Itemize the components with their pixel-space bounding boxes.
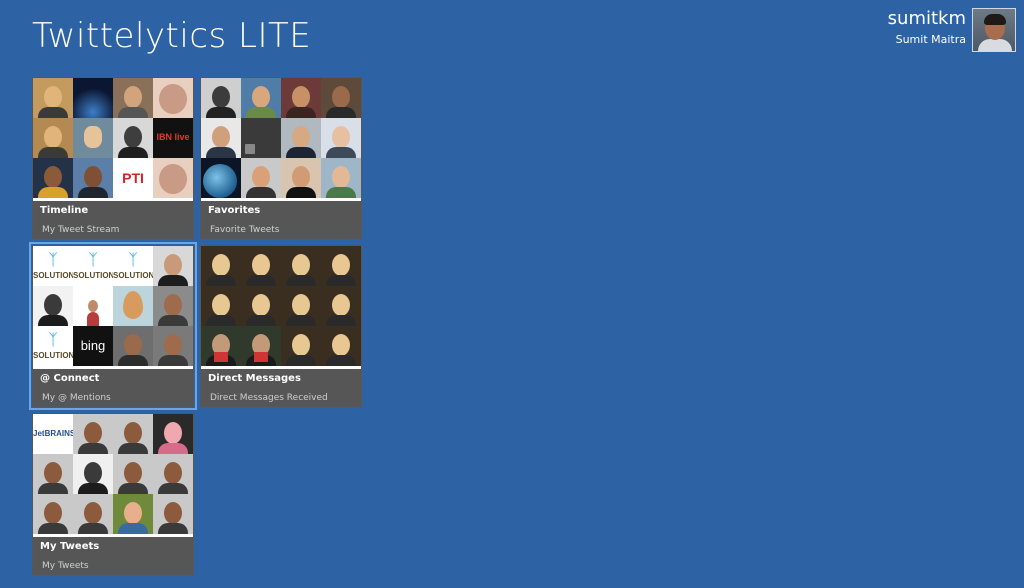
profile-thumbnail xyxy=(281,158,321,198)
profile-thumbnail xyxy=(73,494,113,534)
profile-thumbnail xyxy=(73,286,113,326)
tile-image-grid xyxy=(201,246,361,369)
profile-thumbnail xyxy=(153,78,193,118)
profile-thumbnail xyxy=(281,286,321,326)
profile-thumbnail xyxy=(153,326,193,366)
profile-thumbnail: PTI xyxy=(113,158,153,198)
user-display-name: Sumit Maitra xyxy=(895,33,966,46)
profile-thumbnail xyxy=(33,158,73,198)
app-title: Twittelytics LITE xyxy=(32,16,312,56)
profile-thumbnail xyxy=(113,414,153,454)
tile-favorites[interactable]: Favorites Favorite Tweets xyxy=(200,77,362,239)
profile-thumbnail xyxy=(113,326,153,366)
profile-thumbnail xyxy=(33,454,73,494)
tile-image-grid: ᛉ SOLUTION ᛉ SOLUTION ᛉ SOLUTION ᛉ SOLUTION … xyxy=(33,246,193,369)
profile-thumbnail xyxy=(201,286,241,326)
tile-label: @ Connect xyxy=(40,373,100,384)
tile-image-grid xyxy=(201,78,361,201)
profile-thumbnail xyxy=(241,246,281,286)
tile-subtitle: My @ Mentions xyxy=(42,393,111,403)
user-handle: sumitkm xyxy=(887,8,966,29)
profile-thumbnail xyxy=(113,78,153,118)
profile-thumbnail xyxy=(241,326,281,366)
profile-thumbnail xyxy=(281,246,321,286)
profile-thumbnail xyxy=(153,494,193,534)
profile-thumbnail xyxy=(201,246,241,286)
tile-my-tweets[interactable]: JetBRAINS My Tweets My Tweets xyxy=(32,413,194,575)
profile-thumbnail xyxy=(33,118,73,158)
profile-thumbnail xyxy=(201,78,241,118)
tile-connect[interactable]: ᛉ SOLUTION ᛉ SOLUTION ᛉ SOLUTION ᛉ SOLUTION … xyxy=(29,242,197,410)
tile-subtitle: My Tweet Stream xyxy=(42,225,120,235)
profile-thumbnail xyxy=(281,326,321,366)
profile-thumbnail xyxy=(153,246,193,286)
tile-label: My Tweets xyxy=(40,541,100,552)
tile-image-grid: JetBRAINS xyxy=(33,414,193,537)
profile-thumbnail: IBN live xyxy=(153,118,193,158)
profile-thumbnail xyxy=(153,286,193,326)
profile-thumbnail xyxy=(113,286,153,326)
tile-label: Favorites xyxy=(208,205,261,216)
profile-thumbnail xyxy=(73,158,113,198)
profile-thumbnail xyxy=(153,414,193,454)
profile-thumbnail xyxy=(321,246,361,286)
profile-thumbnail xyxy=(281,78,321,118)
profile-thumbnail xyxy=(321,118,361,158)
profile-thumbnail xyxy=(241,158,281,198)
tile-label: Direct Messages xyxy=(208,373,301,384)
profile-thumbnail xyxy=(321,326,361,366)
tile-direct-messages[interactable]: Direct Messages Direct Messages Received xyxy=(200,245,362,407)
profile-thumbnail xyxy=(321,158,361,198)
profile-thumbnail xyxy=(113,118,153,158)
profile-thumbnail xyxy=(321,78,361,118)
user-profile[interactable]: sumitkm Sumit Maitra xyxy=(888,8,1016,52)
profile-thumbnail: JetBRAINS xyxy=(33,414,73,454)
profile-thumbnail xyxy=(73,414,113,454)
profile-thumbnail xyxy=(153,454,193,494)
profile-thumbnail xyxy=(113,494,153,534)
profile-thumbnail xyxy=(33,286,73,326)
profile-thumbnail xyxy=(153,158,193,198)
profile-thumbnail xyxy=(33,78,73,118)
profile-thumbnail xyxy=(321,286,361,326)
profile-thumbnail xyxy=(73,454,113,494)
profile-thumbnail xyxy=(241,286,281,326)
profile-thumbnail: bing xyxy=(73,326,113,366)
profile-thumbnail xyxy=(201,158,241,198)
tile-subtitle: My Tweets xyxy=(42,561,89,571)
profile-thumbnail: ᛉ SOLUTION xyxy=(33,246,73,286)
profile-thumbnail xyxy=(241,78,281,118)
avatar[interactable] xyxy=(972,8,1016,52)
profile-thumbnail xyxy=(113,454,153,494)
profile-thumbnail xyxy=(201,118,241,158)
profile-thumbnail xyxy=(33,494,73,534)
tile-label: Timeline xyxy=(40,205,89,216)
tile-image-grid: IBN live PTI xyxy=(33,78,193,201)
profile-thumbnail: ᛉ SOLUTION xyxy=(33,326,73,366)
profile-thumbnail xyxy=(281,118,321,158)
profile-thumbnail xyxy=(201,326,241,366)
tile-timeline[interactable]: IBN live PTI Timeline My Tweet Stream xyxy=(32,77,194,239)
profile-thumbnail: ᛉ SOLUTION xyxy=(113,246,153,286)
tile-subtitle: Direct Messages Received xyxy=(210,393,328,403)
profile-thumbnail: ᛉ SOLUTION xyxy=(73,246,113,286)
profile-thumbnail xyxy=(73,78,113,118)
profile-thumbnail xyxy=(241,118,281,158)
tile-subtitle: Favorite Tweets xyxy=(210,225,280,235)
profile-thumbnail xyxy=(73,118,113,158)
